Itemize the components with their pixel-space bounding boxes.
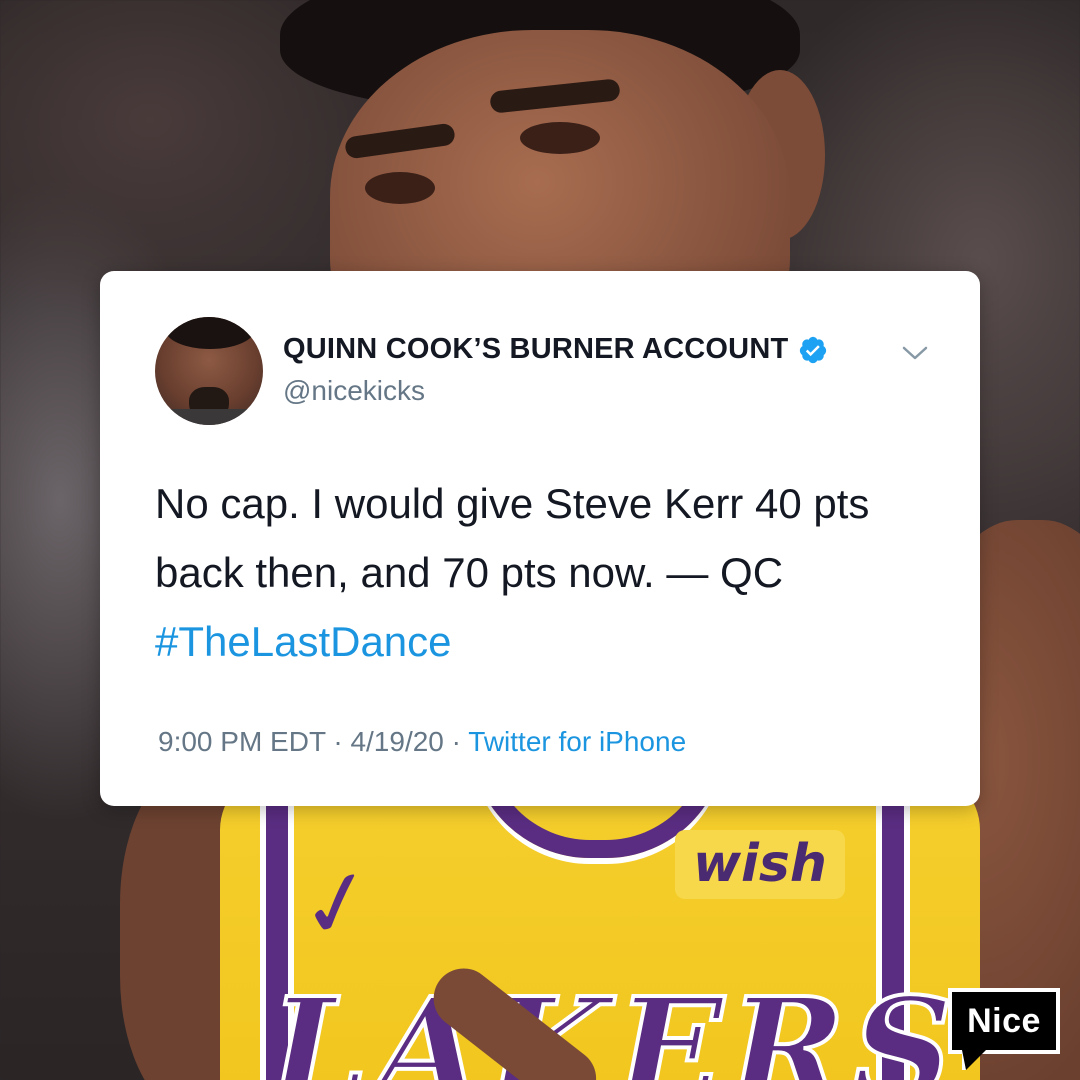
chevron-down-icon[interactable] — [900, 343, 930, 363]
tweet-body: No cap. I would give Steve Kerr 40 pts b… — [155, 469, 945, 676]
author-display-name[interactable]: QUINN COOK’S BURNER ACCOUNT — [283, 333, 788, 366]
hashtag-link[interactable]: #TheLastDance — [155, 607, 945, 676]
author-name-row[interactable]: QUINN COOK’S BURNER ACCOUNT — [283, 333, 828, 366]
player-eye-right — [520, 122, 600, 154]
player-eye-left — [365, 172, 435, 204]
post-image: ✓ wish LAKERS QUINN COOK’S BURNER ACCOUN… — [0, 0, 1080, 1080]
meta-separator: · — [325, 726, 351, 757]
jersey-sponsor-patch: wish — [675, 830, 845, 900]
jersey-team-wordmark: LAKERS — [268, 968, 959, 1080]
tweet-meta: 9:00 PM EDT · 4/19/20 · Twitter for iPho… — [158, 726, 686, 758]
tweet-time[interactable]: 9:00 PM EDT — [158, 726, 326, 757]
logo-text: Nice — [967, 1001, 1041, 1040]
logo-speech-tail — [962, 1050, 986, 1070]
meta-separator: · — [443, 726, 469, 757]
tweet-text-line: No cap. I would give Steve Kerr 40 pts — [155, 480, 870, 527]
lakers-jersey: ✓ wish LAKERS — [220, 770, 980, 1080]
avatar-hair — [165, 317, 255, 349]
tweet-card[interactable]: QUINN COOK’S BURNER ACCOUNT @nicekicks N… — [100, 271, 980, 806]
avatar-shirt — [155, 409, 263, 425]
avatar[interactable] — [155, 317, 263, 425]
tweet-text-line: back then, and 70 pts now. — QC — [155, 549, 784, 596]
tweet-source-link[interactable]: Twitter for iPhone — [468, 726, 686, 757]
nice-kicks-logo: Nice — [948, 988, 1060, 1054]
tweet-date[interactable]: 4/19/20 — [350, 726, 443, 757]
author-handle[interactable]: @nicekicks — [283, 375, 425, 407]
verified-badge-icon — [800, 336, 827, 363]
swoosh-logo-icon: ✓ — [289, 845, 386, 964]
